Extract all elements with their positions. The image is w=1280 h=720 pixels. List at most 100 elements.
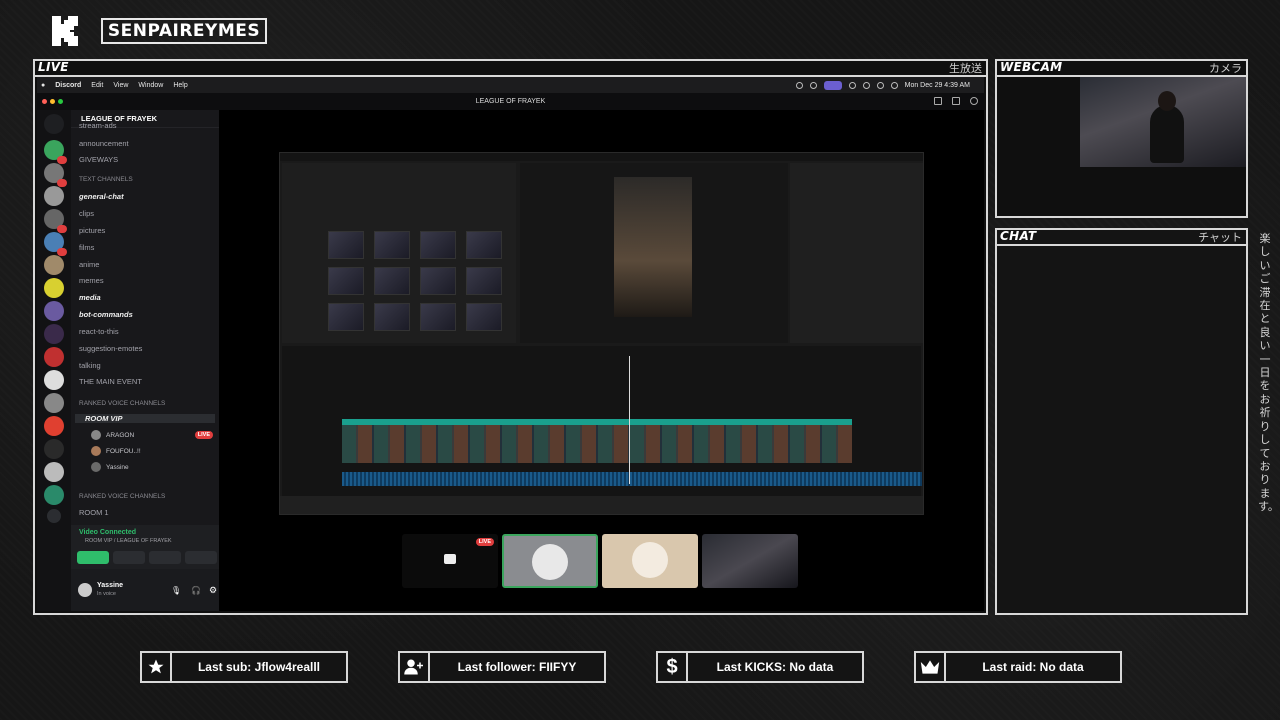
headphones-icon[interactable]: 🎧 <box>191 586 201 595</box>
minimize-window-button[interactable] <box>50 99 55 104</box>
dollar-icon: $ <box>658 653 688 681</box>
server-icon[interactable] <box>44 324 64 344</box>
inbox-icon[interactable] <box>934 97 942 105</box>
kick-logo-icon <box>52 16 78 46</box>
voice-user[interactable]: FOUFOU..!! <box>91 446 141 456</box>
windows-taskbar <box>280 496 923 514</box>
menu-view[interactable]: View <box>113 82 128 89</box>
vertical-japanese-text: 楽しいご滞在と良い一日をお祈りしております。 <box>1258 232 1279 514</box>
server-icon[interactable] <box>44 186 64 206</box>
channel-item[interactable]: react-to-this <box>79 327 119 336</box>
gear-icon[interactable]: ⚙ <box>209 585 217 596</box>
camera-button[interactable] <box>77 551 109 564</box>
maximize-window-button[interactable] <box>58 99 63 104</box>
search-icon[interactable] <box>890 81 898 89</box>
voice-channel-item[interactable]: THE MAIN EVENT <box>79 377 142 386</box>
server-icon[interactable] <box>44 347 64 367</box>
apple-icon[interactable]: ● <box>41 82 45 89</box>
voice-user[interactable]: ARAGON <box>91 430 134 440</box>
live-panel-jp-label: 生放送 <box>949 62 982 75</box>
screen-share-indicator-icon[interactable] <box>823 80 842 90</box>
menu-clock[interactable]: Mon Dec 29 4:39 AM <box>905 82 970 89</box>
voice-location[interactable]: ROOM VIP / LEAGUE OF FRAYEK <box>85 538 172 544</box>
soundboard-button[interactable] <box>185 551 217 564</box>
chat-panel-title: CHAT <box>1000 229 1037 243</box>
channel-item[interactable]: stream-ads <box>79 121 117 130</box>
channel-item[interactable]: GIVEWAYS <box>79 155 118 164</box>
participant-tile[interactable] <box>502 534 598 588</box>
status-icon[interactable] <box>862 81 870 89</box>
streamer-head <box>1158 91 1176 111</box>
live-panel-title: LIVE <box>38 60 69 74</box>
voice-channel-item[interactable]: talking <box>79 361 101 370</box>
media-thumbnail <box>466 231 502 259</box>
channel-item[interactable]: general-chat <box>79 192 124 201</box>
menu-edit[interactable]: Edit <box>91 82 103 89</box>
server-icon[interactable] <box>44 462 64 482</box>
screen-share-video[interactable] <box>279 152 924 515</box>
channel-item[interactable]: media <box>79 293 101 302</box>
activities-button[interactable] <box>149 551 181 564</box>
close-window-button[interactable] <box>42 99 47 104</box>
channel-sidebar: LEAGUE OF FRAYEK stream-ads announcement… <box>71 110 219 611</box>
channel-item[interactable]: pictures <box>79 226 105 235</box>
channel-item[interactable]: anime <box>79 260 99 269</box>
server-icon[interactable] <box>44 301 64 321</box>
server-icon[interactable] <box>44 255 64 275</box>
channel-item[interactable]: bot-commands <box>79 310 133 319</box>
voice-user[interactable]: Yassine <box>91 462 129 472</box>
participant-tile[interactable]: LIVE <box>402 534 498 588</box>
webcam-feed <box>1080 77 1246 167</box>
channel-name: SENPAIREYMES <box>101 18 267 44</box>
chat-panel-jp-label: チャット <box>1198 231 1242 244</box>
channel-item[interactable]: clips <box>79 209 94 218</box>
unread-badge <box>57 179 67 187</box>
menu-help[interactable]: Help <box>173 82 187 89</box>
window-titlebar: LEAGUE OF FRAYEK <box>37 93 984 110</box>
participant-tile[interactable] <box>602 534 698 588</box>
mac-menu-bar: ● Discord Edit View Window Help Mon Dec … <box>37 77 984 93</box>
server-icon[interactable] <box>44 485 64 505</box>
audio-track <box>342 472 922 486</box>
media-thumbnail <box>328 267 364 295</box>
discord-home-icon[interactable] <box>44 114 64 134</box>
voice-channel-item[interactable]: ROOM 1 <box>79 508 109 517</box>
server-icon[interactable] <box>44 416 64 436</box>
voice-channel-item-active[interactable]: ROOM VIP <box>75 414 215 423</box>
status-icon[interactable] <box>848 81 856 89</box>
screen-share-button[interactable] <box>113 551 145 564</box>
channel-category[interactable]: RANKED VOICE CHANNELS <box>79 493 165 500</box>
status-icon[interactable] <box>809 81 817 89</box>
menu-app-name[interactable]: Discord <box>55 82 81 89</box>
channel-category[interactable]: RANKED VOICE CHANNELS <box>79 400 165 407</box>
channel-category[interactable]: TEXT CHANNELS <box>79 176 133 183</box>
user-panel: Yassine In voice 🎙 🎧 ⚙ <box>71 569 219 611</box>
channel-item[interactable]: suggestion-emotes <box>79 344 142 353</box>
add-server-icon[interactable] <box>47 509 61 523</box>
unread-badge <box>57 248 67 256</box>
webcam-panel: WEBCAM カメラ <box>995 59 1248 218</box>
media-thumbnail <box>466 267 502 295</box>
channel-item[interactable]: announcement <box>79 139 129 148</box>
help-icon[interactable] <box>970 97 978 105</box>
voice-user-name: FOUFOU..!! <box>106 447 141 455</box>
participant-tile[interactable] <box>702 534 798 588</box>
server-icon[interactable] <box>44 439 64 459</box>
server-icon[interactable] <box>44 278 64 298</box>
playhead[interactable] <box>629 356 630 484</box>
editor-media-panel <box>282 163 516 343</box>
wifi-icon[interactable] <box>876 81 884 89</box>
microphone-icon[interactable]: 🎙 <box>171 586 181 595</box>
server-icon[interactable] <box>44 393 64 413</box>
discord-window: LEAGUE OF FRAYEK LEAGUE OF FRAYEK stream… <box>37 93 984 611</box>
last-follower-widget: Last follower: FIIFYY <box>398 651 606 683</box>
server-icon[interactable] <box>44 370 64 390</box>
channel-item[interactable]: films <box>79 243 94 252</box>
streamer-figure <box>1150 105 1184 163</box>
screen-icon[interactable] <box>952 97 960 105</box>
avatar <box>91 430 101 440</box>
avatar[interactable] <box>78 583 92 597</box>
status-icon[interactable] <box>795 81 803 89</box>
channel-item[interactable]: memes <box>79 276 104 285</box>
menu-window[interactable]: Window <box>138 82 163 89</box>
